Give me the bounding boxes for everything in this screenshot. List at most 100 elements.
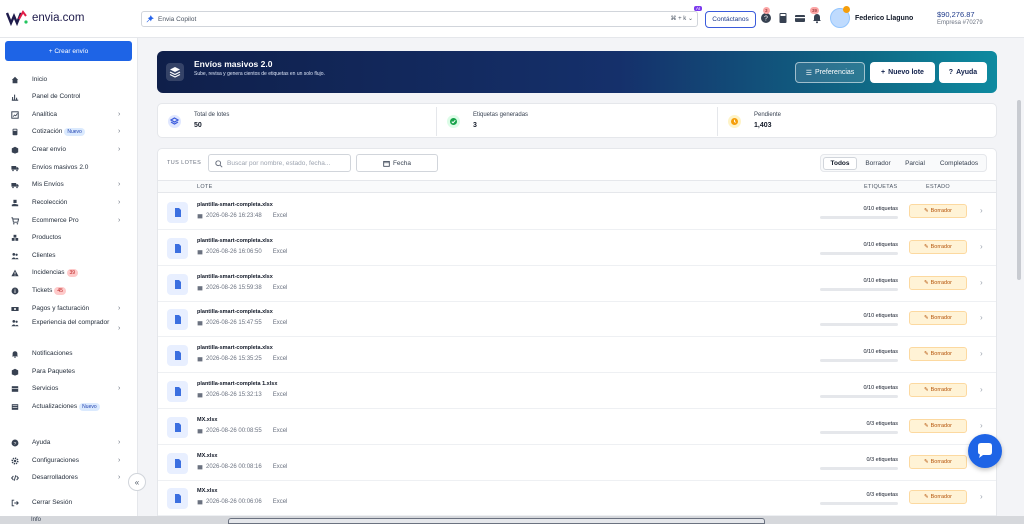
sidebar-item-para-paquetes[interactable]: Para Paquetes (0, 363, 138, 380)
sidebar-item-mis-envios[interactable]: Mis Envíos › (0, 176, 138, 193)
new-shipment-button[interactable]: + Crear envío (5, 41, 132, 61)
logo[interactable]: envia.com (6, 10, 84, 26)
sidebar-item-ecommerce[interactable]: Ecommerce Pro › (0, 212, 138, 229)
contact-button[interactable]: Contáctanos (705, 11, 756, 28)
section-title: TUS LOTES (167, 160, 202, 166)
sidebar-item-recoleccion[interactable]: Recolección › (0, 194, 138, 211)
bar-chart-icon (11, 94, 19, 101)
search-input[interactable]: Envia Copilot (158, 16, 196, 23)
sidebar-item-actualizaciones[interactable]: Actualizaciones Nuevo (0, 398, 138, 415)
batch-name[interactable]: MX.xlsx (197, 417, 217, 423)
bottom-strip: Info (0, 516, 1024, 524)
sidebar-item-servicios[interactable]: Servicios › (0, 380, 138, 397)
sidebar-item-clientes[interactable]: Clientes (0, 247, 138, 264)
notifications-badge: 39 (810, 7, 820, 14)
chevron-right-icon[interactable]: › (980, 349, 983, 358)
sidebar-item-desarrolladores[interactable]: Desarrolladores › (0, 469, 138, 486)
sidebar-item-cotizacion[interactable]: Cotización Nuevo › (0, 123, 138, 140)
batch-name[interactable]: plantilla-smart-completa.xlsx (197, 202, 273, 208)
tab-borrador[interactable]: Borrador (859, 157, 897, 170)
user-name[interactable]: Federico Llaguno (855, 15, 913, 22)
batch-name[interactable]: MX.xlsx (197, 488, 217, 494)
stat-etiquetas: Etiquetas generadas 3 (437, 104, 717, 139)
sidebar-item-notificaciones[interactable]: Notificaciones (0, 345, 138, 362)
help-badge: 3 (763, 7, 770, 14)
labels-progress-bar (820, 466, 898, 470)
account-balance[interactable]: $90,276.87 (937, 10, 975, 19)
tab-parcial[interactable]: Parcial (899, 157, 931, 170)
sidebar-item-label: Recolección (32, 199, 68, 206)
pencil-icon: ✎ (923, 208, 929, 214)
credit-card-icon[interactable] (794, 12, 806, 24)
chevron-right-icon[interactable]: › (980, 385, 983, 394)
calendar-icon (197, 321, 203, 326)
table-row[interactable]: MX.xlsx 2026-08-26 00:08:55 Excel 0/3 et… (158, 409, 996, 445)
cart-icon (11, 216, 19, 225)
table-row[interactable]: plantilla-smart-completa.xlsx 2026-08-26… (158, 266, 996, 302)
date-filter-button[interactable]: Fecha (356, 154, 438, 172)
tab-todos[interactable]: Todos (823, 157, 857, 170)
sidebar-item-ayuda[interactable]: ? Ayuda › (0, 434, 138, 451)
sidebar-item-configuraciones[interactable]: Configuraciones › (0, 452, 138, 469)
help-button[interactable]: ? Ayuda (939, 62, 987, 83)
sidebar-item-productos[interactable]: Productos (0, 229, 138, 246)
batch-name[interactable]: plantilla-smart-completa 1.xlsx (197, 381, 277, 387)
sidebar-item-cerrar-sesion[interactable]: Cerrar Sesión (0, 494, 138, 511)
sidebar-item-inicio[interactable]: Inicio (0, 71, 138, 88)
pencil-icon: ✎ (923, 351, 929, 358)
calculator-icon[interactable] (777, 12, 789, 24)
table-row[interactable]: plantilla-smart-completa.xlsx 2026-08-26… (158, 301, 996, 338)
table-row[interactable]: MX.xlsx 2026-08-26 00:06:06 Excel 0/3 et… (158, 480, 996, 517)
collapse-sidebar-button[interactable]: « (128, 473, 146, 491)
batch-date: 2026-08-26 00:08:16 (206, 463, 262, 470)
sidebar-item-analitica[interactable]: Analítica › (0, 106, 138, 123)
labels-progress-bar (820, 430, 898, 434)
pencil-icon: ✎ (923, 494, 929, 501)
batch-name[interactable]: MX.xlsx (197, 453, 217, 459)
date-filter-label: Fecha (392, 159, 412, 167)
chevron-right-icon[interactable]: › (980, 242, 983, 251)
scrollbar-thumb[interactable] (1017, 100, 1021, 280)
sidebar-item-label: Analítica (32, 111, 57, 118)
stats-bar: Total de lotes 50 Etiquetas generadas 3 … (157, 103, 997, 138)
batch-name[interactable]: plantilla-smart-completa.xlsx (197, 309, 273, 315)
search-shortcut: ⌘ + k ⌄ (670, 15, 693, 22)
chevron-right-icon[interactable]: › (980, 278, 983, 287)
status-label: Borrador (930, 458, 952, 465)
batch-search-input[interactable]: Buscar por nombre, estado, fecha... (208, 154, 351, 172)
batch-date: 2026-08-26 15:32:13 (206, 392, 262, 398)
chevron-right-icon[interactable]: › (980, 492, 983, 501)
tab-completados[interactable]: Completados (933, 157, 985, 170)
clock-icon (728, 115, 741, 128)
batch-name[interactable]: plantilla-smart-completa.xlsx (197, 274, 273, 280)
truck-icon (11, 165, 19, 171)
sidebar-item-tickets[interactable]: Tickets 45 (0, 282, 138, 299)
chevron-right-icon[interactable]: › (980, 313, 983, 322)
batch-name[interactable]: plantilla-smart-completa.xlsx (197, 238, 273, 244)
table-row[interactable]: MX.xlsx 2026-08-26 00:08:16 Excel 0/3 et… (158, 445, 996, 481)
sidebar-item-experiencia[interactable]: Experiencia del comprador › (0, 315, 138, 341)
sidebar-item-panel-control[interactable]: Panel de Control (0, 88, 138, 105)
code-icon (11, 474, 19, 481)
new-batch-button[interactable]: + Nuevo lote (870, 62, 935, 83)
sidebar-item-envios-masivos[interactable]: Envíos masivos 2.0 (0, 159, 138, 176)
table-row[interactable]: plantilla-smart-completa 1.xlsx 2026-08-… (158, 373, 996, 409)
batch-file-type: Excel (272, 213, 288, 219)
copilot-search[interactable]: Envia Copilot ⌘ + k ⌄ (141, 11, 698, 27)
chat-support-button[interactable] (968, 434, 1002, 468)
sidebar-item-incidencias[interactable]: Incidencias 39 (0, 264, 138, 281)
page-scrollbar[interactable] (1016, 40, 1022, 516)
chat-bubble-icon (978, 443, 992, 458)
pencil-icon: ✎ (923, 387, 929, 393)
preferences-button[interactable]: ☰ Preferencias (795, 62, 865, 83)
table-row[interactable]: plantilla-smart-completa.xlsx 2026-08-26… (158, 230, 996, 266)
chevron-right-icon[interactable]: › (980, 421, 983, 430)
chevron-right-icon[interactable]: › (980, 206, 983, 215)
table-row[interactable]: plantilla-smart-completa.xlsx 2026-08-26… (158, 194, 996, 230)
sidebar-item-crear-envio[interactable]: Crear envío › (0, 141, 138, 158)
batch-meta: 2026-08-26 15:47:55 Excel (197, 320, 287, 326)
batch-name[interactable]: plantilla-smart-completa.xlsx (197, 345, 273, 351)
truck-icon (11, 182, 19, 188)
table-row[interactable]: plantilla-smart-completa.xlsx 2026-08-26… (158, 337, 996, 374)
column-estado: ESTADO (926, 184, 951, 190)
